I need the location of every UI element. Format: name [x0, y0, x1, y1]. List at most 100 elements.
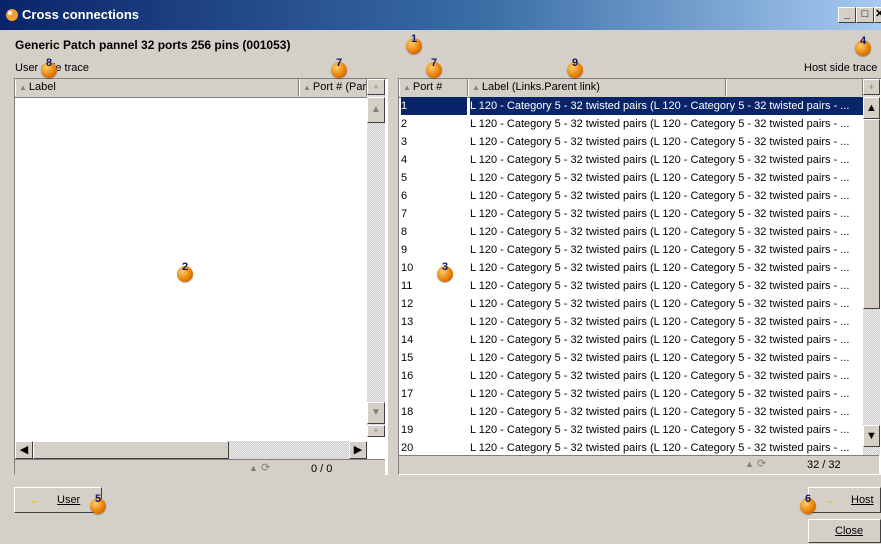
- port-cell: 19: [401, 424, 414, 436]
- port-cell: 2: [401, 118, 408, 130]
- table-row[interactable]: 11 L 120 - Category 5 - 32 twisted pairs …: [399, 277, 864, 295]
- port-cell: 11: [401, 280, 413, 292]
- left-status-bar: ▲ ⟳ 0 / 0: [15, 459, 385, 478]
- add-row-button[interactable]: +: [367, 425, 385, 437]
- port-cell: 13: [401, 316, 414, 328]
- column-header-empty[interactable]: [726, 79, 863, 96]
- table-row[interactable]: 2 L 120 - Category 5 - 32 twisted pairs (…: [399, 115, 864, 133]
- label-cell: L 120 - Category 5 - 32 twisted pairs (L…: [470, 334, 850, 346]
- label-cell: L 120 - Category 5 - 32 twisted pairs (L…: [470, 226, 850, 238]
- sort-icon: ▲: [249, 463, 258, 473]
- left-vertical-scrollbar[interactable]: + ▲ ▼ +: [367, 79, 385, 437]
- port-cell: 1: [401, 97, 467, 115]
- table-row[interactable]: 7 L 120 - Category 5 - 32 twisted pairs (…: [399, 205, 864, 223]
- table-row[interactable]: 6 L 120 - Category 5 - 32 twisted pairs (…: [399, 187, 864, 205]
- port-cell: 12: [401, 298, 414, 310]
- column-header-label[interactable]: ▲ Label: [15, 79, 299, 96]
- table-row[interactable]: 19 L 120 - Category 5 - 32 twisted pairs …: [399, 421, 864, 439]
- port-cell: 17: [401, 388, 414, 400]
- close-window-button[interactable]: ✕: [874, 7, 881, 23]
- maximize-button[interactable]: □: [856, 7, 874, 23]
- label-cell: L 120 - Category 5 - 32 twisted pairs (L…: [470, 172, 850, 184]
- right-vertical-scrollbar[interactable]: + ▲ ▼: [863, 79, 880, 455]
- window-title: Cross connections: [22, 7, 140, 22]
- table-row[interactable]: 18 L 120 - Category 5 - 32 twisted pairs …: [399, 403, 864, 421]
- callout-badge: 7: [331, 57, 347, 78]
- table-row[interactable]: 9 L 120 - Category 5 - 32 twisted pairs (…: [399, 241, 864, 259]
- label-cell: L 120 - Category 5 - 32 twisted pairs (L…: [470, 424, 850, 436]
- app-icon: [4, 7, 20, 23]
- right-status-bar: ▲ ⟳ 32 / 32: [399, 455, 879, 474]
- label-cell: L 120 - Category 5 - 32 twisted pairs (L…: [470, 316, 850, 328]
- right-column-header: ▲ Port # ▲ Label (Links.Parent link): [399, 79, 863, 98]
- sort-icon: ▲: [303, 83, 311, 92]
- port-cell: 16: [401, 370, 414, 382]
- row-count: 32 / 32: [807, 459, 841, 471]
- table-row[interactable]: 5 L 120 - Category 5 - 32 twisted pairs (…: [399, 169, 864, 187]
- scroll-down-button[interactable]: ▼: [863, 425, 880, 447]
- horizontal-scroll-thumb[interactable]: [33, 441, 229, 459]
- scroll-right-button[interactable]: ▶: [349, 441, 367, 459]
- refresh-icon[interactable]: ⟳: [757, 457, 766, 470]
- table-row[interactable]: 12 L 120 - Category 5 - 32 twisted pairs …: [399, 295, 864, 313]
- table-row[interactable]: 8 L 120 - Category 5 - 32 twisted pairs (…: [399, 223, 864, 241]
- callout-badge: 6: [800, 493, 816, 514]
- left-horizontal-scrollbar[interactable]: ◀ ▶: [15, 441, 367, 459]
- table-row[interactable]: 15 L 120 - Category 5 - 32 twisted pairs …: [399, 349, 864, 367]
- table-row[interactable]: 3 L 120 - Category 5 - 32 twisted pairs (…: [399, 133, 864, 151]
- user-side-list[interactable]: ▲ Label ▲ Port # (Par + ▲ ▼ + ◀ ▶ ▲ ⟳ 0 / …: [14, 78, 388, 478]
- sort-icon: ▲: [403, 83, 411, 92]
- table-row[interactable]: 14 L 120 - Category 5 - 32 twisted pairs …: [399, 331, 864, 349]
- refresh-icon[interactable]: ⟳: [261, 461, 270, 474]
- label-cell: L 120 - Category 5 - 32 twisted pairs (L…: [470, 97, 864, 115]
- column-config-button[interactable]: +: [367, 79, 385, 95]
- host-side-list[interactable]: ▲ Port # ▲ Label (Links.Parent link) 1L 12…: [398, 78, 881, 475]
- table-row[interactable]: 4 L 120 - Category 5 - 32 twisted pairs (…: [399, 151, 864, 169]
- minimize-button[interactable]: _: [838, 7, 856, 23]
- column-header-label[interactable]: ▲ Label (Links.Parent link): [468, 79, 726, 96]
- port-cell: 7: [401, 208, 408, 220]
- column-header-port[interactable]: ▲ Port # (Par: [299, 79, 367, 96]
- scroll-up-button[interactable]: ▲: [863, 97, 880, 119]
- callout-badge: 3: [437, 261, 453, 282]
- port-cell: 5: [401, 172, 408, 184]
- user-button[interactable]: ← User: [14, 487, 102, 513]
- column-header-port[interactable]: ▲ Port #: [399, 79, 468, 96]
- label-cell: L 120 - Category 5 - 32 twisted pairs (L…: [470, 280, 850, 292]
- host-side-rows: 1L 120 - Category 5 - 32 twisted pairs (…: [399, 97, 864, 474]
- port-cell: 3: [401, 136, 408, 148]
- scroll-up-button[interactable]: ▲: [367, 97, 385, 123]
- port-cell: 18: [401, 406, 414, 418]
- port-cell: 4: [401, 154, 408, 166]
- label-cell: L 120 - Category 5 - 32 twisted pairs (L…: [470, 370, 850, 382]
- column-config-button[interactable]: +: [863, 79, 880, 95]
- label-cell: L 120 - Category 5 - 32 twisted pairs (L…: [470, 154, 850, 166]
- table-row[interactable]: 1L 120 - Category 5 - 32 twisted pairs (…: [399, 97, 864, 115]
- table-row[interactable]: 13 L 120 - Category 5 - 32 twisted pairs …: [399, 313, 864, 331]
- table-row[interactable]: 17 L 120 - Category 5 - 32 twisted pairs …: [399, 385, 864, 403]
- callout-badge: 2: [177, 261, 193, 282]
- port-cell: 15: [401, 352, 414, 364]
- port-cell: 8: [401, 226, 408, 238]
- table-row[interactable]: 10 L 120 - Category 5 - 32 twisted pairs …: [399, 259, 864, 277]
- port-cell: 14: [401, 334, 414, 346]
- sort-icon: ▲: [19, 83, 27, 92]
- page-title: Generic Patch pannel 32 ports 256 pins (…: [15, 38, 291, 52]
- port-cell: 6: [401, 190, 408, 202]
- label-cell: L 120 - Category 5 - 32 twisted pairs (L…: [470, 118, 850, 130]
- table-row[interactable]: 16 L 120 - Category 5 - 32 twisted pairs …: [399, 367, 864, 385]
- label-cell: L 120 - Category 5 - 32 twisted pairs (L…: [470, 352, 850, 364]
- callout-badge: 7: [426, 57, 442, 78]
- scroll-down-button[interactable]: ▼: [367, 402, 385, 424]
- callout-badge: 8: [41, 57, 57, 78]
- close-button[interactable]: Close: [808, 519, 881, 543]
- host-button[interactable]: → Host: [808, 487, 881, 513]
- label-cell: L 120 - Category 5 - 32 twisted pairs (L…: [470, 262, 850, 274]
- label-cell: L 120 - Category 5 - 32 twisted pairs (L…: [470, 406, 850, 418]
- title-bar: Cross connections _ □ ✕: [0, 0, 881, 30]
- row-count: 0 / 0: [311, 463, 333, 475]
- vertical-scroll-thumb[interactable]: [863, 119, 880, 309]
- scroll-left-button[interactable]: ◀: [15, 441, 33, 459]
- callout-badge: 9: [567, 57, 583, 78]
- sort-icon: ▲: [745, 459, 754, 469]
